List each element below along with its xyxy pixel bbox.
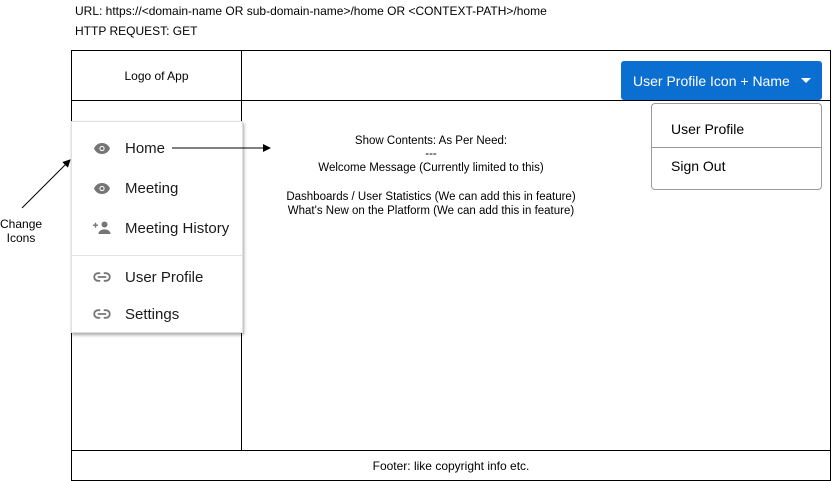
note-line-2: Icons xyxy=(6,231,36,245)
change-icons-note: Change Icons xyxy=(0,217,42,245)
annotation-arrows xyxy=(21,144,271,209)
note-line-1: Change xyxy=(0,217,43,231)
change-icons-arrow xyxy=(21,159,71,209)
footer-text: Footer: like copyright info etc. xyxy=(372,458,530,473)
